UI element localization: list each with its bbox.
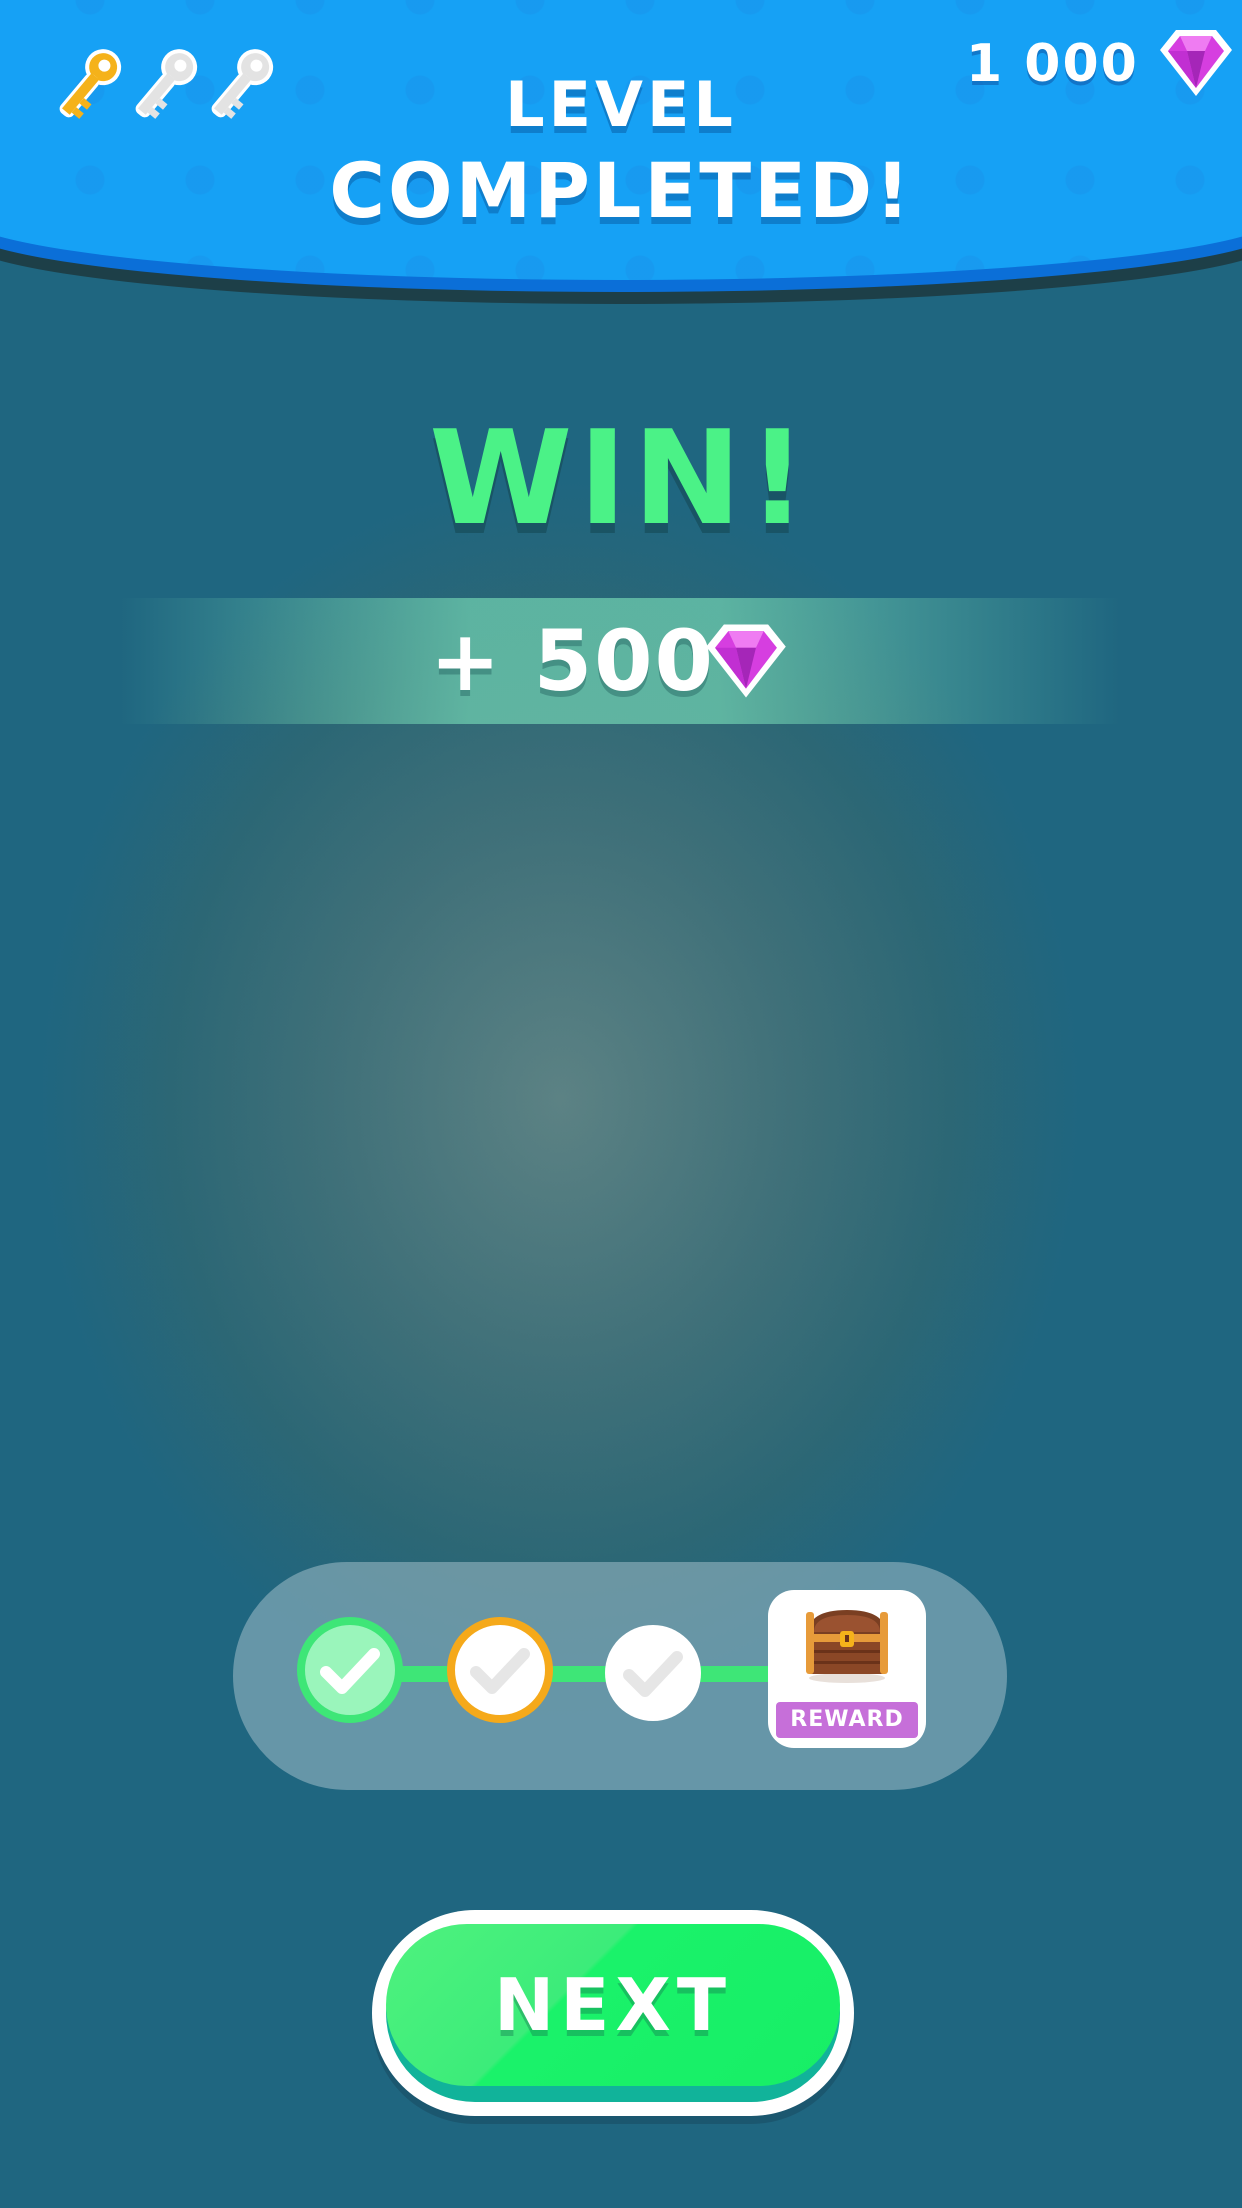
next-button[interactable]: NEXT (386, 1924, 840, 2086)
next-button-label: NEXT (493, 1963, 733, 2047)
progress-track (353, 1666, 803, 1682)
treasure-chest-icon (802, 1604, 892, 1688)
check-icon (623, 1651, 683, 1697)
reward-amount: + 500 (430, 612, 715, 710)
title-level: LEVEL (505, 68, 737, 141)
check-icon (470, 1648, 530, 1694)
reward-label: REWARD (776, 1702, 918, 1738)
level-progress-bar: REWARD (233, 1562, 1007, 1790)
progress-step-current (447, 1617, 553, 1723)
gem-icon (704, 620, 788, 706)
title-completed: COMPLETED! (329, 146, 913, 235)
reward-chest-card: REWARD (768, 1590, 926, 1748)
check-icon (320, 1648, 380, 1694)
progress-step-completed (297, 1617, 403, 1723)
progress-step-upcoming (605, 1625, 701, 1721)
next-button-frame: NEXT (372, 1910, 854, 2116)
win-label: WIN! (429, 402, 813, 554)
